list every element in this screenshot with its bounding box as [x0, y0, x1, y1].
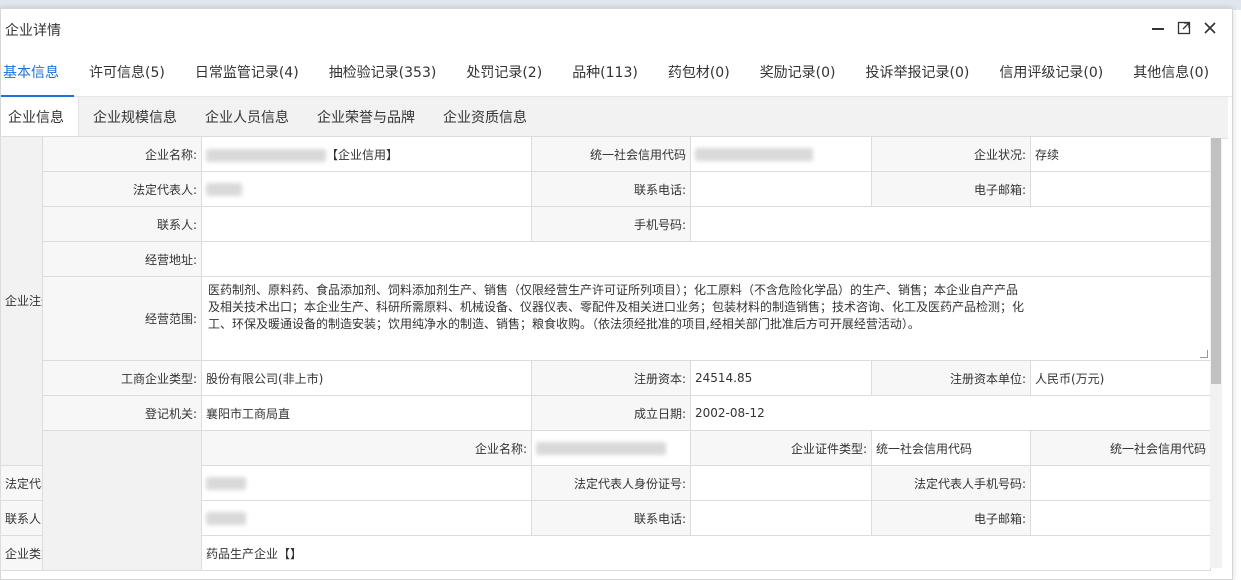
legal-rep-value — [201, 171, 532, 207]
close-icon[interactable] — [1202, 20, 1218, 36]
cert-type-label: 企业证件类型: — [690, 430, 872, 466]
tab-packaging-materials[interactable]: 药包材(0) — [653, 51, 745, 97]
email-value-2 — [1030, 500, 1211, 536]
biz-type-value: 股份有限公司(非上市) — [201, 360, 532, 396]
sub-tab-bar: 企业信息 企业规模信息 企业人员信息 企业荣誉与品牌 企业资质信息 — [1, 97, 1228, 139]
company-name-suffix: 【企业信用】 — [326, 147, 399, 162]
legal-id-label: 法定代表人身份证号: — [531, 465, 691, 501]
table-row: 经营范围: 医药制剂、原料药、食品添加剂、饲料添加剂生产、销售（仅限经营生产许可… — [1, 276, 1211, 361]
subtab-honors-brands[interactable]: 企业荣誉与品牌 — [303, 97, 429, 138]
company-type-label: 企业类型: — [0, 535, 43, 571]
contact-label: 联系人: — [42, 206, 202, 242]
phone-value — [690, 171, 872, 207]
status-value: 存续 — [1030, 136, 1211, 172]
contact-value-2 — [201, 500, 532, 536]
redacted-text — [206, 512, 246, 525]
legal-mobile-label: 法定代表人手机号码: — [871, 465, 1031, 501]
tab-credit-rating[interactable]: 信用评级记录(0) — [984, 51, 1118, 97]
email-label-2: 电子邮箱: — [871, 500, 1031, 536]
company-type-value: 药品生产企业【】 — [201, 535, 1211, 571]
scope-label: 经营范围: — [42, 276, 202, 361]
tab-reward-records[interactable]: 奖励记录(0) — [745, 51, 851, 97]
legal-rep-label-2: 法定代表人: — [0, 465, 43, 501]
tab-other-info[interactable]: 其他信息(0) — [1118, 51, 1224, 97]
email-value — [1030, 171, 1211, 207]
mobile-label: 手机号码: — [531, 206, 691, 242]
credit-code-label-2: 统一社会信用代码 — [1030, 430, 1211, 466]
authority-value: 襄阳市工商局直 — [201, 395, 532, 431]
modal-title: 企业详情 — [5, 23, 61, 39]
capital-unit-value: 人民币(万元) — [1030, 360, 1211, 396]
company-name-label-2: 企业名称: — [201, 430, 532, 466]
tab-basic-info[interactable]: 基本信息 — [1, 51, 74, 97]
maximize-icon[interactable] — [1176, 20, 1192, 36]
window-controls — [1150, 20, 1218, 36]
company-name-value-2 — [531, 430, 691, 466]
capital-label: 注册资本: — [531, 360, 691, 396]
company-name-label: 企业名称: — [42, 136, 202, 172]
resize-handle-icon[interactable] — [1200, 349, 1208, 358]
table-row: 联系人: 手机号码: — [1, 206, 1211, 242]
scrollbar-thumb[interactable] — [1211, 138, 1221, 384]
vertical-scrollbar[interactable] — [1210, 136, 1222, 568]
contact-value — [201, 206, 532, 242]
redacted-text — [206, 183, 242, 196]
redacted-text — [206, 148, 326, 162]
subtab-company-scale[interactable]: 企业规模信息 — [79, 97, 191, 138]
subtab-qualifications[interactable]: 企业资质信息 — [429, 97, 541, 138]
group-label: 企业注册信息 — [0, 136, 43, 466]
credit-code-label: 统一社会信用代码 — [531, 136, 691, 172]
scope-textarea[interactable]: 医药制剂、原料药、食品添加剂、饲料添加剂生产、销售（仅限经营生产许可证所列项目）… — [203, 278, 1210, 360]
legal-id-value — [690, 465, 872, 501]
table-row: 法定代表人: 联系电话: 电子邮箱: — [1, 171, 1211, 207]
table-row: 工商企业类型: 股份有限公司(非上市) 注册资本: 24514.85 注册资本单… — [1, 360, 1211, 396]
redacted-text — [695, 148, 813, 161]
tab-license-info[interactable]: 许可信息(5) — [74, 51, 180, 97]
tab-penalty-records[interactable]: 处罚记录(2) — [451, 51, 557, 97]
modal-titlebar: 企业详情 — [1, 9, 1232, 51]
email-label: 电子邮箱: — [871, 171, 1031, 207]
mobile-value — [690, 206, 1211, 242]
status-label: 企业状况: — [871, 136, 1031, 172]
table-row: 企业名称: 企业证件类型: 统一社会信用代码 统一社会信用代码 — [1, 430, 1211, 571]
scope-text: 医药制剂、原料药、食品添加剂、饲料添加剂生产、销售（仅限经营生产许可证所列项目）… — [208, 282, 1025, 331]
company-name-value: 【企业信用】 — [201, 136, 532, 172]
tab-complaint-records[interactable]: 投诉举报记录(0) — [851, 51, 985, 97]
legal-mobile-value — [1030, 465, 1211, 501]
phone-label-2: 联系电话: — [531, 500, 691, 536]
address-value — [201, 241, 1211, 277]
main-tab-bar: 基本信息 许可信息(5) 日常监管记录(4) 抽检验记录(353) 处罚记录(2… — [1, 51, 1232, 97]
redacted-text — [536, 442, 666, 455]
authority-label: 登记机关: — [42, 395, 202, 431]
redacted-text — [206, 477, 246, 490]
company-info-panel: 企业注册信息 企业名称: 【企业信用】 统一社会信用代码 企业状况: 存续 法定… — [0, 136, 1222, 572]
legal-rep-label: 法定代表人: — [42, 171, 202, 207]
tab-daily-supervision[interactable]: 日常监管记录(4) — [180, 51, 314, 97]
credit-code-value — [690, 136, 872, 172]
address-label: 经营地址: — [42, 241, 202, 277]
subtab-company-personnel[interactable]: 企业人员信息 — [191, 97, 303, 138]
capital-unit-label: 注册资本单位: — [871, 360, 1031, 396]
legal-rep-value-2 — [201, 465, 532, 501]
phone-value-2 — [690, 500, 872, 536]
tab-varieties[interactable]: 品种(113) — [557, 51, 653, 97]
capital-value: 24514.85 — [690, 360, 872, 396]
table-row: 登记机关: 襄阳市工商局直 成立日期: 2002-08-12 — [1, 395, 1211, 431]
founded-value: 2002-08-12 — [690, 395, 1211, 431]
biz-type-label: 工商企业类型: — [42, 360, 202, 396]
table-row: 企业注册信息 企业名称: 【企业信用】 统一社会信用代码 企业状况: 存续 — [0, 136, 1211, 466]
contact-label-2: 联系人 — [0, 500, 43, 536]
company-info-table: 企业注册信息 企业名称: 【企业信用】 统一社会信用代码 企业状况: 存续 法定… — [0, 136, 1211, 571]
table-row: 经营地址: — [1, 241, 1211, 277]
minimize-icon[interactable] — [1150, 20, 1166, 36]
cert-type-value: 统一社会信用代码 — [871, 430, 1031, 466]
founded-label: 成立日期: — [531, 395, 691, 431]
tab-sampling-records[interactable]: 抽检验记录(353) — [314, 51, 452, 97]
group-label-2 — [42, 430, 202, 571]
phone-label: 联系电话: — [531, 171, 691, 207]
subtab-company-info[interactable]: 企业信息 — [1, 97, 79, 138]
scope-cell: 医药制剂、原料药、食品添加剂、饲料添加剂生产、销售（仅限经营生产许可证所列项目）… — [201, 276, 1211, 361]
